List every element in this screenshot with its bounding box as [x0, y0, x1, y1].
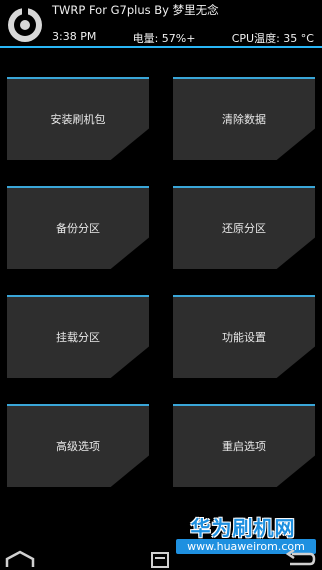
- wipe-button-label: 清除数据: [222, 112, 266, 126]
- battery-text: 电量: 57%+: [132, 32, 196, 45]
- header-divider: [0, 46, 322, 48]
- restore-button[interactable]: 还原分区: [173, 186, 315, 269]
- backup-button[interactable]: 备份分区: [7, 186, 149, 269]
- install-button[interactable]: 安装刷机包: [7, 77, 149, 160]
- reboot-button-label: 重启选项: [222, 439, 266, 453]
- install-button-label: 安装刷机包: [50, 112, 106, 126]
- twrp-logo-icon: [8, 8, 42, 42]
- settings-button[interactable]: 功能设置: [173, 295, 315, 378]
- restore-button-label: 还原分区: [222, 221, 266, 235]
- log-icon[interactable]: [150, 551, 170, 568]
- wipe-button[interactable]: 清除数据: [173, 77, 315, 160]
- backup-button-label: 备份分区: [56, 221, 100, 235]
- app-title: TWRP For G7plus By 梦里无念: [52, 3, 219, 17]
- navigation-bar: [0, 548, 322, 570]
- advanced-button-label: 高级选项: [56, 439, 100, 453]
- watermark-title: 华为刷机网: [190, 516, 296, 540]
- home-icon[interactable]: [4, 550, 36, 568]
- time-text: 3:38 PM: [52, 30, 97, 43]
- status-row: 3:38 PM 电量: 57%+ CPU温度: 35 °C: [52, 30, 314, 46]
- settings-button-label: 功能设置: [222, 330, 266, 344]
- advanced-button[interactable]: 高级选项: [7, 404, 149, 487]
- reboot-button[interactable]: 重启选项: [173, 404, 315, 487]
- cpu-temp-text: CPU温度: 35 °C: [231, 32, 314, 45]
- status-header: TWRP For G7plus By 梦里无念 3:38 PM 电量: 57%+…: [0, 0, 322, 48]
- back-icon[interactable]: [282, 550, 316, 568]
- mount-button-label: 挂载分区: [56, 330, 100, 344]
- mount-button[interactable]: 挂载分区: [7, 295, 149, 378]
